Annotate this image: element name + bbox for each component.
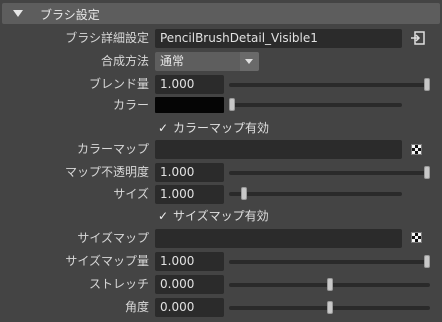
size-map-amount-label: サイズマップ量 xyxy=(65,254,149,268)
color-slider-track[interactable] xyxy=(229,103,402,107)
size-map-enable-label: サイズマップ有効 xyxy=(173,209,269,223)
blend-amount-label: ブレンド量 xyxy=(88,77,149,91)
size-map-amount-field[interactable]: 1.000 xyxy=(155,252,224,271)
size-map-amount-slider-track[interactable] xyxy=(229,260,430,264)
dropdown-arrow-button[interactable] xyxy=(240,52,259,71)
angle-field[interactable]: 0.000 xyxy=(155,298,224,317)
stretch-slider-handle[interactable] xyxy=(326,278,333,291)
angle-label: 角度 xyxy=(124,300,149,314)
checker-texture-icon[interactable] xyxy=(411,232,422,243)
size-map-field[interactable] xyxy=(155,229,402,248)
brush-detail-label: ブラシ詳細設定 xyxy=(65,31,149,45)
brush-detail-field[interactable]: PencilBrushDetail_Visible1 xyxy=(155,29,402,48)
map-opacity-field[interactable]: 1.000 xyxy=(155,163,224,182)
stretch-label: ストレッチ xyxy=(88,277,149,291)
section-header[interactable]: ブラシ設定 xyxy=(2,3,440,24)
export-icon[interactable] xyxy=(410,30,426,46)
size-slider-track[interactable] xyxy=(229,192,402,196)
blend-amount-slider-handle[interactable] xyxy=(424,78,430,91)
stretch-field[interactable]: 0.000 xyxy=(155,275,224,294)
color-map-enable-label: カラーマップ有効 xyxy=(173,121,270,135)
color-slider-handle[interactable] xyxy=(229,98,235,111)
color-map-label: カラーマップ xyxy=(76,142,149,156)
color-swatch[interactable] xyxy=(155,97,224,113)
blend-amount-slider-track[interactable] xyxy=(229,83,430,87)
brush-settings-panel: ブラシ設定 ブラシ詳細設定 PencilBrushDetail_Visible1… xyxy=(0,0,442,322)
chevron-down-icon xyxy=(245,59,253,64)
map-opacity-slider-track[interactable] xyxy=(229,171,430,175)
color-label: カラー xyxy=(112,98,149,112)
blend-method-value: 通常 xyxy=(160,54,185,68)
blend-method-dropdown[interactable]: 通常 xyxy=(155,52,259,71)
checker-texture-icon[interactable] xyxy=(411,144,422,155)
collapse-triangle-icon[interactable] xyxy=(13,10,23,17)
blend-amount-field[interactable]: 1.000 xyxy=(155,75,224,94)
checkmark-icon: ✓ xyxy=(158,121,169,135)
size-map-amount-slider-handle[interactable] xyxy=(424,255,430,268)
size-field[interactable]: 1.000 xyxy=(155,185,224,204)
size-slider-handle[interactable] xyxy=(240,187,247,200)
section-title: ブラシ設定 xyxy=(40,8,100,22)
map-opacity-label: マップ不透明度 xyxy=(64,165,149,179)
angle-slider-handle[interactable] xyxy=(326,301,333,314)
map-opacity-slider-handle[interactable] xyxy=(424,166,430,179)
size-map-label: サイズマップ xyxy=(77,231,149,245)
color-map-field[interactable] xyxy=(155,140,402,159)
blend-method-label: 合成方法 xyxy=(100,54,149,68)
size-label: サイズ xyxy=(113,187,149,201)
checkmark-icon: ✓ xyxy=(158,209,169,223)
